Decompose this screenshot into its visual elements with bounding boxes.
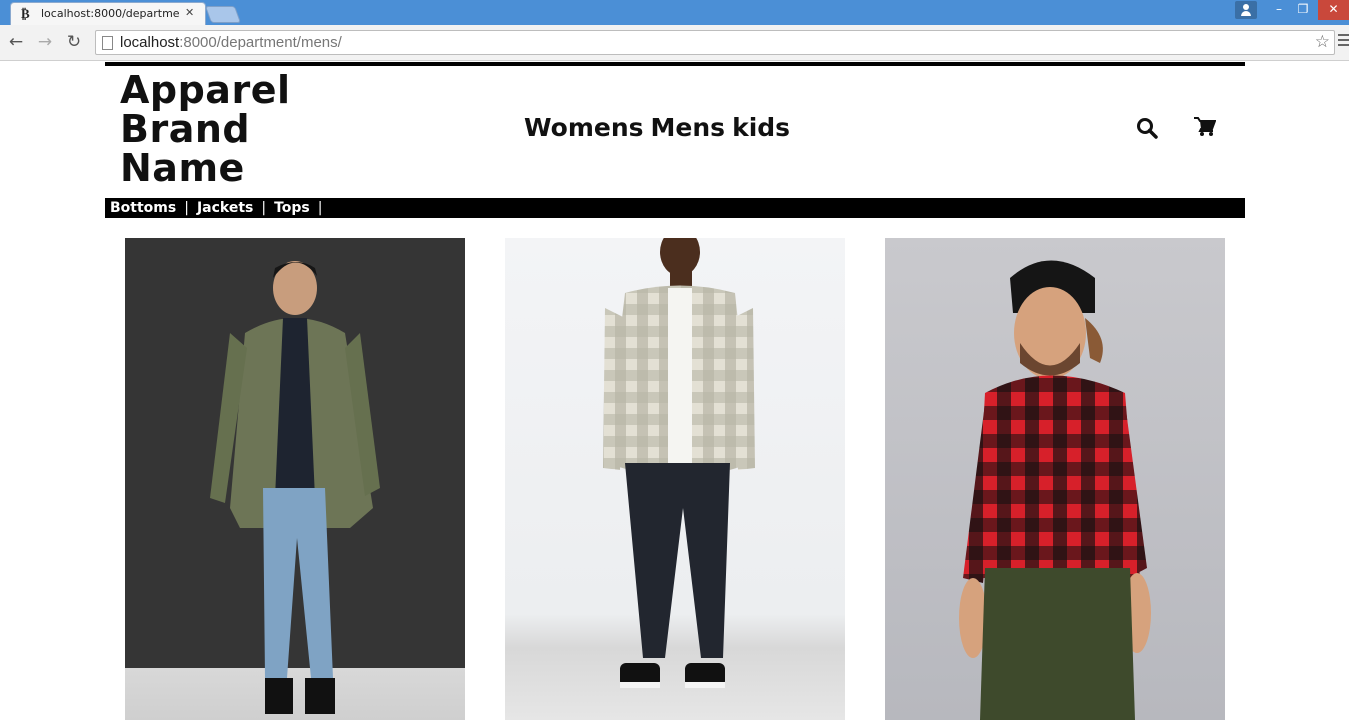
- brand-logo[interactable]: Apparel Brand Name: [120, 71, 320, 188]
- browser-titlebar: ₿ localhost:8000/department/mens/ ✕ – ❐ …: [0, 0, 1349, 25]
- dept-link-womens[interactable]: Womens: [524, 113, 644, 142]
- product-card-red-flannel[interactable]: [885, 238, 1225, 720]
- department-nav: Womens Mens kids: [524, 113, 797, 142]
- user-profile-icon[interactable]: [1235, 1, 1257, 19]
- subnav-item-jackets[interactable]: Jackets: [197, 198, 253, 218]
- back-arrow-icon[interactable]: ←: [5, 31, 27, 53]
- cart-icon[interactable]: [1194, 117, 1216, 137]
- dept-link-mens[interactable]: Mens: [651, 113, 726, 142]
- subnav-item-tops[interactable]: Tops: [274, 198, 310, 218]
- browser-tab[interactable]: ₿ localhost:8000/department/mens/ ✕: [10, 2, 206, 25]
- forward-arrow-icon[interactable]: →: [34, 31, 56, 53]
- subnav-separator: |: [261, 200, 267, 216]
- dept-link-kids[interactable]: kids: [732, 113, 790, 142]
- product-image: [603, 238, 755, 688]
- product-image: [959, 260, 1151, 720]
- browser-menu-icon[interactable]: [1338, 34, 1349, 49]
- bookmark-star-icon[interactable]: ☆: [1315, 32, 1330, 52]
- subnav-separator: |: [184, 200, 189, 216]
- maximize-button[interactable]: ❐: [1291, 0, 1315, 20]
- tab-title: localhost:8000/department/mens/: [41, 7, 179, 20]
- favicon-icon: ₿: [21, 7, 30, 22]
- close-window-button[interactable]: ✕: [1318, 0, 1349, 20]
- tab-close-icon[interactable]: ✕: [185, 6, 194, 19]
- new-tab-button[interactable]: [204, 6, 242, 23]
- subnav-separator: |: [317, 200, 323, 216]
- product-card-plaid-shirt[interactable]: [505, 238, 845, 720]
- category-subnav: Bottoms | Jackets | Tops |: [105, 198, 1245, 218]
- brand-line: Name: [120, 146, 245, 190]
- header-top-rule: [105, 62, 1245, 66]
- page-icon: [102, 36, 113, 50]
- reload-icon[interactable]: ↻: [63, 31, 85, 53]
- page-content: Apparel Brand Name Womens Mens kids Bottom…: [0, 61, 1349, 720]
- brand-line: Brand: [120, 107, 251, 151]
- url-host: localhost: [120, 34, 180, 51]
- url-text[interactable]: localhost:8000/department/mens/: [120, 34, 342, 51]
- subnav-item-bottoms[interactable]: Bottoms: [110, 198, 176, 218]
- address-bar[interactable]: localhost:8000/department/mens/ ☆: [95, 30, 1335, 55]
- product-image: [125, 238, 465, 714]
- product-card-green-parka[interactable]: [125, 238, 465, 720]
- minimize-button[interactable]: –: [1267, 0, 1291, 20]
- url-path: :8000/department/mens/: [179, 34, 342, 51]
- search-icon[interactable]: [1136, 117, 1158, 139]
- brand-line: Apparel: [120, 68, 291, 112]
- browser-toolbar: ← → ↻ localhost:8000/department/mens/ ☆: [0, 25, 1349, 61]
